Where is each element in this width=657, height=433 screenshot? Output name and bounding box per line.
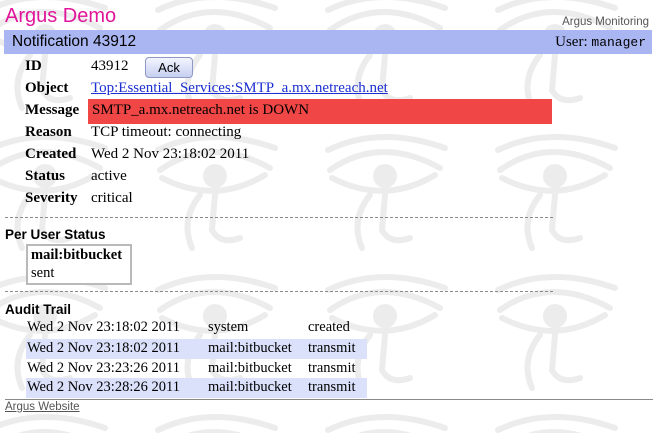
reason-label: Reason <box>25 124 72 140</box>
created-value: Wed 2 Nov 23:18:02 2011 <box>91 146 250 162</box>
audit-time: Wed 2 Nov 23:18:02 2011 <box>27 319 180 335</box>
audit-row: Wed 2 Nov 23:28:26 2011 mail:bitbucket t… <box>26 378 367 398</box>
audit-action: transmit <box>308 379 356 395</box>
user-label: User: <box>555 34 588 50</box>
audit-actor: mail:bitbucket <box>208 340 292 356</box>
message-label: Message <box>25 102 80 118</box>
status-state: sent <box>31 265 55 281</box>
status-label: Status <box>25 168 66 184</box>
footer-divider <box>5 399 653 400</box>
id-label: ID <box>25 58 42 74</box>
object-label: Object <box>25 80 69 96</box>
per-user-status-heading: Per User Status <box>5 227 106 242</box>
status-user: mail:bitbucket <box>31 247 123 263</box>
audit-actor: mail:bitbucket <box>208 360 292 376</box>
per-user-status-card: mail:bitbucket sent <box>26 244 132 285</box>
reason-value: TCP timeout: connecting <box>91 124 242 140</box>
object-link[interactable]: Top:Essential_Services:SMTP_a.mx.netreac… <box>91 80 388 97</box>
audit-row: Wed 2 Nov 23:23:26 2011 mail:bitbucket t… <box>26 359 367 379</box>
audit-time: Wed 2 Nov 23:18:02 2011 <box>27 340 180 356</box>
id-value: 43912 <box>91 58 129 74</box>
notification-page: Argus Demo Argus Monitoring Notification… <box>0 0 657 433</box>
audit-row: Wed 2 Nov 23:18:02 2011 mail:bitbucket t… <box>26 339 367 359</box>
severity-label: Severity <box>25 190 78 206</box>
audit-action: transmit <box>308 340 356 356</box>
audit-trail-heading: Audit Trail <box>5 302 72 317</box>
section-divider <box>5 291 553 292</box>
user-name: manager <box>591 35 646 50</box>
audit-actor: mail:bitbucket <box>208 379 292 395</box>
product-name: Argus Monitoring <box>562 16 649 28</box>
ack-button[interactable]: Ack <box>145 57 193 78</box>
page-header: Notification 43912 User: manager <box>4 30 652 54</box>
argus-website-link[interactable]: Argus Website <box>5 401 80 413</box>
audit-action: created <box>308 319 350 335</box>
section-divider <box>5 217 553 218</box>
audit-row: Wed 2 Nov 23:18:02 2011 system created <box>26 318 367 338</box>
created-label: Created <box>25 146 77 162</box>
current-user: User: manager <box>555 34 646 51</box>
status-value: active <box>91 168 127 184</box>
audit-time: Wed 2 Nov 23:23:26 2011 <box>27 360 180 376</box>
audit-action: transmit <box>308 360 356 376</box>
audit-actor: system <box>208 319 249 335</box>
page-title: Notification 43912 <box>12 33 137 50</box>
severity-value: critical <box>91 190 133 206</box>
message-value: SMTP_a.mx.netreach.net is DOWN <box>92 102 310 118</box>
site-brand[interactable]: Argus Demo <box>5 5 116 28</box>
audit-time: Wed 2 Nov 23:28:26 2011 <box>27 379 180 395</box>
